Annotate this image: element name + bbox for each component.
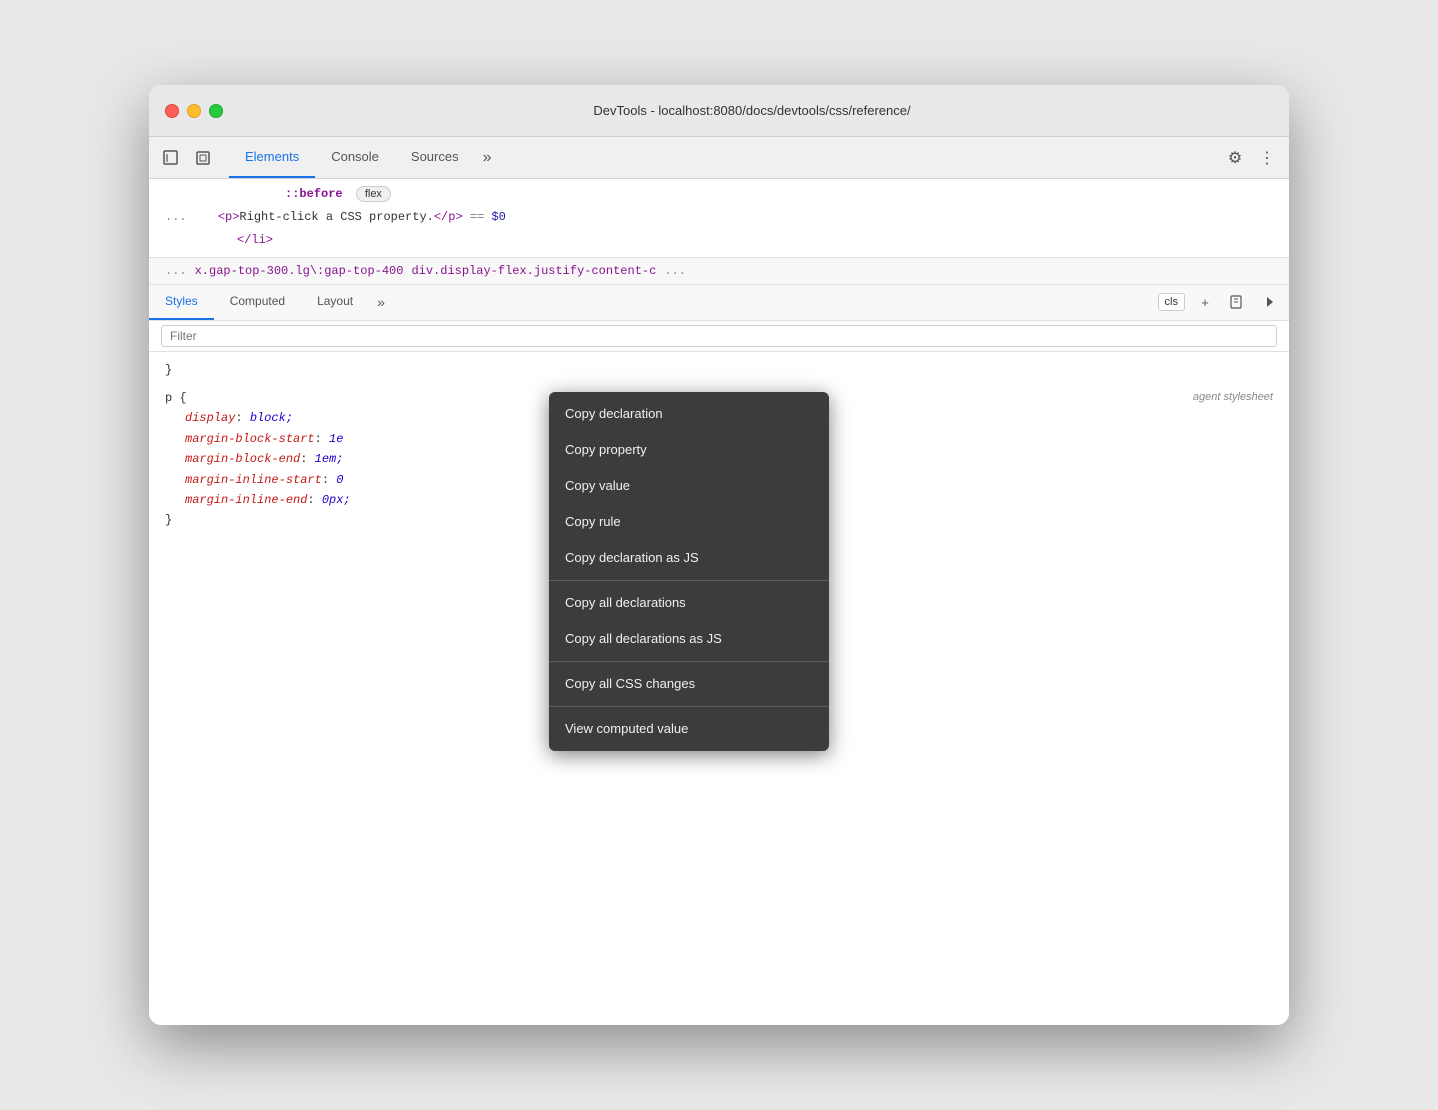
- context-menu-divider-2: [549, 661, 829, 662]
- context-menu-item-copy-all-css[interactable]: Copy all CSS changes: [549, 666, 829, 702]
- paint-button[interactable]: [1225, 290, 1249, 314]
- css-property-mbs[interactable]: margin-block-start: [185, 432, 315, 446]
- dom-open-p-tag: <p>: [218, 210, 240, 224]
- tab-styles[interactable]: Styles: [149, 285, 214, 320]
- dom-ellipsis-1: ...: [165, 210, 187, 224]
- css-property-mis[interactable]: margin-inline-start: [185, 473, 322, 487]
- menu-icon[interactable]: ⋮: [1253, 144, 1281, 172]
- dom-close-p-tag: </p>: [434, 210, 463, 224]
- tab-elements[interactable]: Elements: [229, 137, 315, 178]
- cls-button[interactable]: cls: [1158, 293, 1185, 311]
- agent-stylesheet-label: agent stylesheet: [1193, 388, 1273, 407]
- css-value-mie: 0px;: [322, 493, 351, 507]
- css-value-mbs: 1e: [329, 432, 343, 446]
- tab-layout[interactable]: Layout: [301, 285, 369, 320]
- dom-before-line: ::before flex: [149, 183, 1289, 206]
- devtools-panel: Elements Console Sources » ⚙ ⋮ ::before …: [149, 137, 1289, 1025]
- inspect-icon[interactable]: [189, 144, 217, 172]
- context-menu-divider-3: [549, 706, 829, 707]
- settings-icon[interactable]: ⚙: [1221, 144, 1249, 172]
- context-menu-item-copy-value[interactable]: Copy value: [549, 468, 829, 504]
- context-menu-item-copy-declaration-js[interactable]: Copy declaration as JS: [549, 540, 829, 576]
- maximize-button[interactable]: [209, 104, 223, 118]
- cursor-icon[interactable]: [157, 144, 185, 172]
- dom-li-close-line: </li>: [149, 229, 1289, 252]
- css-selector-p: p {: [165, 391, 187, 405]
- css-block-empty: }: [165, 360, 1273, 380]
- context-menu-item-copy-all-declarations-js[interactable]: Copy all declarations as JS: [549, 621, 829, 657]
- css-value-mis: 0: [336, 473, 343, 487]
- breadcrumb: ... x.gap-top-300.lg\:gap-top-400 div.di…: [149, 258, 1289, 285]
- toolbar-icon-group: [157, 144, 217, 172]
- css-property-mbe[interactable]: margin-block-end: [185, 452, 300, 466]
- filter-input[interactable]: [161, 325, 1277, 347]
- pseudo-before-label: ::before: [285, 187, 343, 201]
- flex-badge[interactable]: flex: [356, 186, 391, 202]
- css-content-area: } p { agent stylesheet display: block; m…: [149, 352, 1289, 1025]
- traffic-lights: [165, 104, 223, 118]
- tab-console[interactable]: Console: [315, 137, 395, 178]
- context-menu-divider-1: [549, 580, 829, 581]
- css-value-mbe: 1em;: [315, 452, 344, 466]
- context-menu-item-copy-declaration[interactable]: Copy declaration: [549, 396, 829, 432]
- styles-filter-bar: [149, 321, 1289, 352]
- tab-computed[interactable]: Computed: [214, 285, 301, 320]
- titlebar: DevTools - localhost:8080/docs/devtools/…: [149, 85, 1289, 137]
- toolbar-right-actions: ⚙ ⋮: [1221, 144, 1281, 172]
- context-menu-item-view-computed[interactable]: View computed value: [549, 711, 829, 747]
- add-style-button[interactable]: +: [1193, 290, 1217, 314]
- dom-text-content: Right-click a CSS property.: [239, 210, 433, 224]
- css-value-display: block;: [250, 411, 293, 425]
- close-button[interactable]: [165, 104, 179, 118]
- styles-panel: Styles Computed Layout » cls +: [149, 285, 1289, 1025]
- minimize-button[interactable]: [187, 104, 201, 118]
- styles-tab-list: Styles Computed Layout » cls +: [149, 285, 1289, 321]
- context-menu-item-copy-rule[interactable]: Copy rule: [549, 504, 829, 540]
- context-menu-item-copy-property[interactable]: Copy property: [549, 432, 829, 468]
- css-property-mie[interactable]: margin-inline-end: [185, 493, 307, 507]
- devtools-tab-list: Elements Console Sources »: [229, 137, 1221, 178]
- breadcrumb-ellipsis: ...: [165, 264, 187, 278]
- breadcrumb-ellipsis-2: ...: [664, 264, 686, 278]
- devtools-window: DevTools - localhost:8080/docs/devtools/…: [149, 85, 1289, 1025]
- dom-inspector: ::before flex ... <p>Right-click a CSS p…: [149, 179, 1289, 258]
- devtools-toolbar: Elements Console Sources » ⚙ ⋮: [149, 137, 1289, 179]
- tab-sources[interactable]: Sources: [395, 137, 475, 178]
- dom-p-line: ... <p>Right-click a CSS property.</p> =…: [149, 206, 1289, 229]
- css-property-display[interactable]: display: [185, 411, 235, 425]
- context-menu: Copy declaration Copy property Copy valu…: [549, 392, 829, 752]
- window-title: DevTools - localhost:8080/docs/devtools/…: [231, 103, 1273, 118]
- styles-more-tabs[interactable]: »: [369, 285, 393, 320]
- layout-button[interactable]: [1257, 290, 1281, 314]
- context-menu-item-copy-all-declarations[interactable]: Copy all declarations: [549, 585, 829, 621]
- breadcrumb-item-2[interactable]: div.display-flex.justify-content-c: [411, 264, 656, 278]
- breadcrumb-item-1[interactable]: x.gap-top-300.lg\:gap-top-400: [195, 264, 404, 278]
- more-tabs-button[interactable]: »: [475, 137, 500, 178]
